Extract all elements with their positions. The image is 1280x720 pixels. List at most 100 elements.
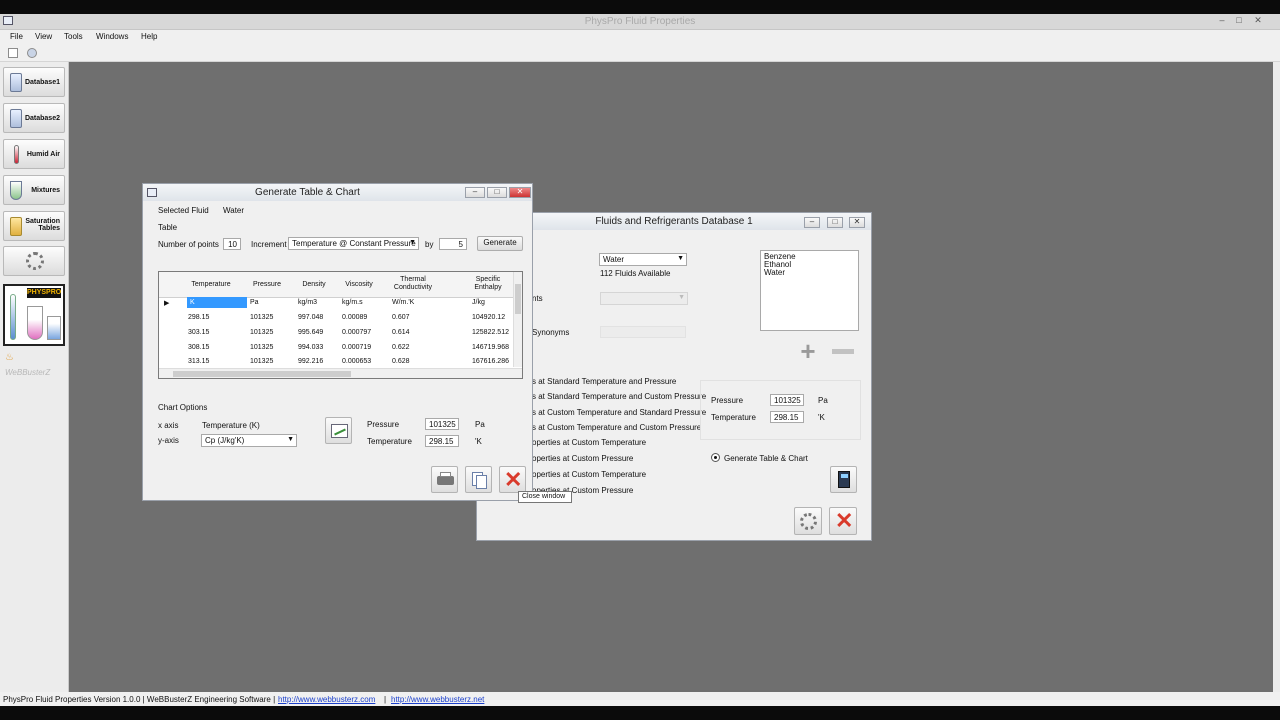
radio-dot xyxy=(714,456,717,459)
table-cell[interactable]: 992.216 xyxy=(298,358,323,365)
db-pressure-field[interactable]: 101325 xyxy=(770,394,804,406)
generate-button[interactable]: Generate xyxy=(477,236,523,251)
table-cell[interactable]: 994.033 xyxy=(298,344,323,351)
menu-windows[interactable]: Windows xyxy=(96,32,128,41)
db-settings-button[interactable] xyxy=(794,507,822,535)
y-axis-select[interactable]: Cp (J/kg'K) ▼ xyxy=(201,434,297,447)
sidebar-item-saturation-tables[interactable]: Saturation Tables xyxy=(3,211,65,241)
print-button[interactable] xyxy=(431,466,458,493)
close-window-button[interactable]: ✕ xyxy=(499,466,526,493)
gen-close-icon[interactable]: ✕ xyxy=(509,187,531,198)
sidebar-item-database1[interactable]: Database1 xyxy=(3,67,65,97)
calculate-button[interactable] xyxy=(830,466,857,493)
y-axis-select-value: Cp (J/kg'K) xyxy=(205,436,245,445)
increment-step-field[interactable]: 5 xyxy=(439,238,467,250)
db-close-button[interactable]: ✕ xyxy=(829,507,857,535)
close-x-icon: ✕ xyxy=(835,508,854,533)
table-cell[interactable]: 313.15 xyxy=(188,358,209,365)
menu-file[interactable]: File xyxy=(10,32,23,41)
option-properties-custom-pressure[interactable]: operties at Custom Pressure xyxy=(532,454,633,463)
table-vertical-scrollbar[interactable] xyxy=(513,272,522,367)
menu-tools[interactable]: Tools xyxy=(64,32,83,41)
new-file-icon[interactable] xyxy=(8,48,18,58)
scroll-thumb[interactable] xyxy=(173,371,351,377)
table-cell[interactable]: 0.628 xyxy=(392,358,410,365)
selected-cell[interactable] xyxy=(187,297,247,308)
table-cell[interactable]: 101325 xyxy=(250,358,273,365)
table-cell[interactable]: 997.048 xyxy=(298,314,323,321)
table-cell[interactable]: 995.649 xyxy=(298,329,323,336)
table-cell[interactable]: 101325 xyxy=(250,329,273,336)
generate-table-chart-option-label[interactable]: Generate Table & Chart xyxy=(724,454,808,463)
website-link-com[interactable]: http://www.webbusterz.com xyxy=(278,695,375,704)
sidebar-item-mixtures[interactable]: Mixtures xyxy=(3,175,65,205)
constants-select[interactable]: ▼ xyxy=(600,292,688,305)
table-cell[interactable]: 0.000653 xyxy=(342,358,371,365)
generate-table-chart-radio[interactable] xyxy=(711,453,720,462)
table-cell[interactable]: 0.000719 xyxy=(342,344,371,351)
unit-cell[interactable]: kg/m.s xyxy=(342,299,363,306)
sidebar-item-database2[interactable]: Database2 xyxy=(3,103,65,133)
db-close-icon[interactable]: ✕ xyxy=(849,217,865,228)
option-std-temp-custom-pressure[interactable]: s at Standard Temperature and Custom Pre… xyxy=(532,392,706,401)
minimize-icon[interactable]: – xyxy=(1216,16,1228,25)
unit-cell[interactable]: kg/m3 xyxy=(298,299,317,306)
db-minimize-icon[interactable]: – xyxy=(804,217,820,228)
sidebar-item-humid-air[interactable]: Humid Air xyxy=(3,139,65,169)
sidebar-item-settings[interactable] xyxy=(3,246,65,276)
fluid-select[interactable]: Water ▼ xyxy=(599,253,687,266)
sidebar-item-label: Mixtures xyxy=(31,187,60,194)
add-fluid-icon[interactable]: + xyxy=(797,338,819,364)
option-properties-custom-temp[interactable]: operties at Custom Temperature xyxy=(532,438,646,447)
menu-view[interactable]: View xyxy=(35,32,52,41)
chart-pressure-field[interactable]: 101325 xyxy=(425,418,459,430)
option-std-temp-std-pressure[interactable]: s at Standard Temperature and Pressure xyxy=(532,377,676,386)
chart-pressure-unit: Pa xyxy=(475,420,485,429)
list-item[interactable]: Water xyxy=(764,269,785,277)
gen-maximize-icon[interactable]: □ xyxy=(487,187,507,198)
maximize-icon[interactable]: □ xyxy=(1233,16,1245,25)
copy-button[interactable] xyxy=(465,466,492,493)
table-cell[interactable]: 167616.286 xyxy=(472,358,509,365)
menu-help[interactable]: Help xyxy=(141,32,157,41)
table-cell[interactable]: 303.15 xyxy=(188,329,209,336)
db-temperature-field[interactable]: 298.15 xyxy=(770,411,804,423)
table-cell[interactable]: 0.607 xyxy=(392,314,410,321)
fluid-list[interactable]: Benzene Ethanol Water xyxy=(760,250,859,331)
chart-temperature-field[interactable]: 298.15 xyxy=(425,435,459,447)
unit-cell[interactable]: Pa xyxy=(250,299,259,306)
refresh-icon[interactable] xyxy=(27,48,37,58)
table-cell[interactable]: 0.00089 xyxy=(342,314,367,321)
close-icon[interactable]: ✕ xyxy=(1252,16,1264,25)
option-custom-temp-custom-pressure[interactable]: s at Custom Temperature and Custom Press… xyxy=(532,423,701,432)
printer-paper xyxy=(440,472,451,477)
remove-fluid-icon[interactable] xyxy=(832,349,854,354)
number-of-points-field[interactable]: 10 xyxy=(223,238,241,250)
table-cell[interactable]: 101325 xyxy=(250,314,273,321)
table-cell[interactable]: 125822.512 xyxy=(472,329,509,336)
table-cell[interactable]: 0.000797 xyxy=(342,329,371,336)
unit-cell[interactable]: K xyxy=(190,299,195,306)
table-section-label: Table xyxy=(158,223,178,232)
table-cell[interactable]: 0.622 xyxy=(392,344,410,351)
draw-chart-button[interactable] xyxy=(325,417,352,444)
table-cell[interactable]: 298.15 xyxy=(188,314,209,321)
table-cell[interactable]: 101325 xyxy=(250,344,273,351)
synonyms-field[interactable] xyxy=(600,326,686,338)
db-maximize-icon[interactable]: □ xyxy=(827,217,843,228)
gen-minimize-icon[interactable]: – xyxy=(465,187,485,198)
unit-cell[interactable]: W/m.'K xyxy=(392,299,414,306)
table-cell[interactable]: 146719.968 xyxy=(472,344,509,351)
chart-options-label: Chart Options xyxy=(158,403,208,412)
increment-select[interactable]: Temperature @ Constant Pressure ▼ xyxy=(288,237,419,250)
scroll-thumb[interactable] xyxy=(515,284,521,314)
table-horizontal-scrollbar[interactable] xyxy=(159,368,522,378)
website-link-net[interactable]: http://www.webbusterz.net xyxy=(391,695,484,704)
unit-cell[interactable]: J/kg xyxy=(472,299,485,306)
table-cell[interactable]: 0.614 xyxy=(392,329,410,336)
table-cell[interactable]: 308.15 xyxy=(188,344,209,351)
option-properties-custom-temp-2[interactable]: operties at Custom Temperature xyxy=(532,470,646,479)
main-scrollbar[interactable] xyxy=(1273,62,1280,692)
option-custom-temp-std-pressure[interactable]: s at Custom Temperature and Standard Pre… xyxy=(532,408,706,417)
table-cell[interactable]: 104920.12 xyxy=(472,314,505,321)
